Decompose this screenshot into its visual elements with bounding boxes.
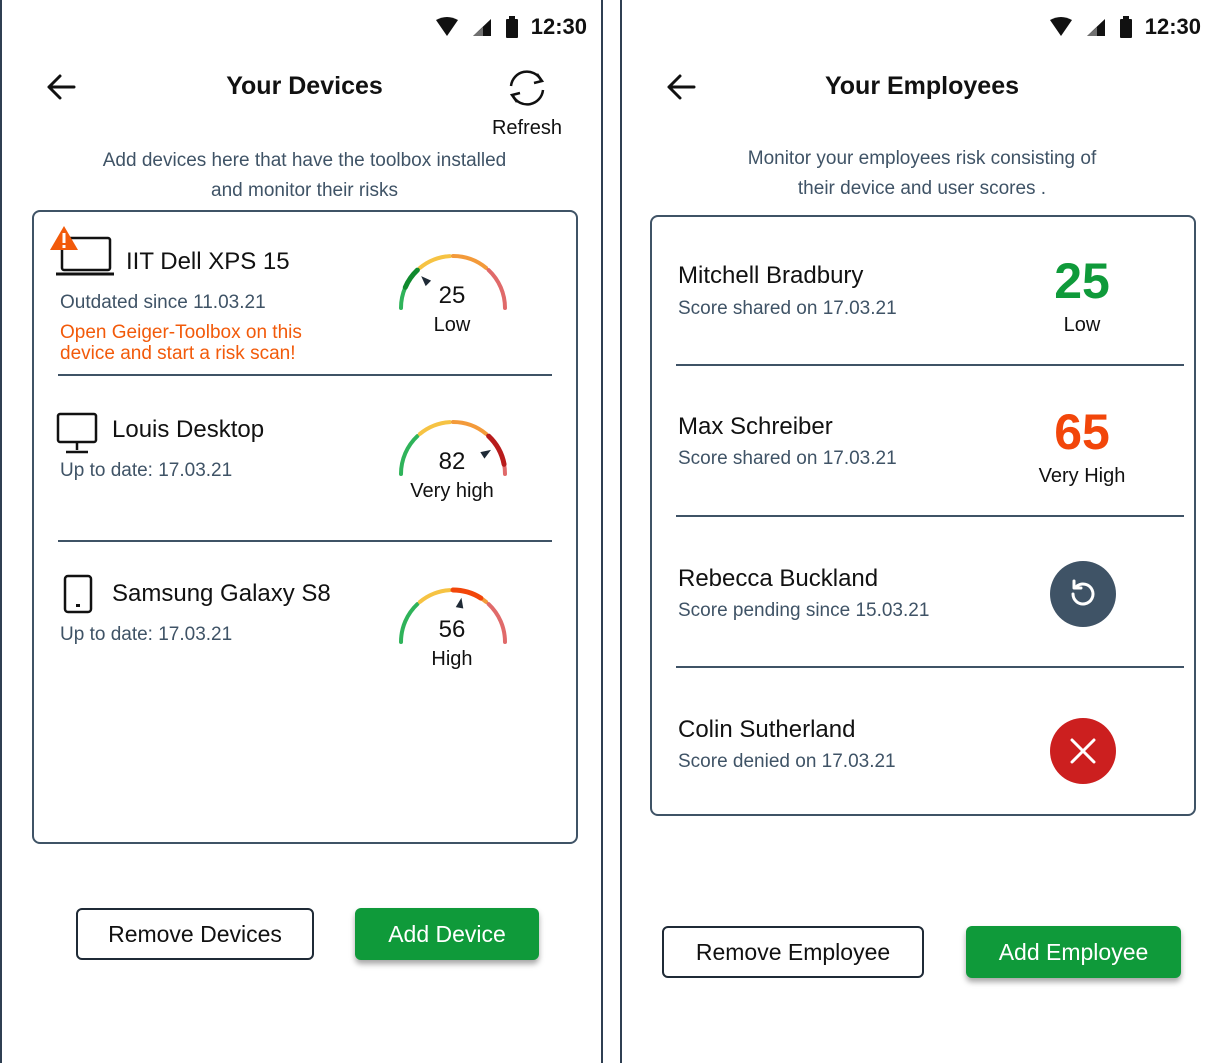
signal-icon xyxy=(1086,19,1105,36)
page-description: Add devices here that have the toolbox i… xyxy=(32,146,577,206)
employee-status: Score shared on 17.03.21 xyxy=(678,298,897,319)
gauge-score: 25 xyxy=(438,282,466,309)
device-name: Samsung Galaxy S8 xyxy=(112,580,331,607)
wifi-icon xyxy=(1049,17,1072,36)
gauge-level: Very high xyxy=(410,480,494,502)
list-divider xyxy=(676,666,1184,668)
gauge-level: Low xyxy=(433,314,471,336)
warning-line-1: Open Geiger-Toolbox on this xyxy=(60,322,302,343)
desktop-icon xyxy=(56,412,98,454)
device-warning: Open Geiger-Toolbox on this device and s… xyxy=(60,322,302,364)
device-status: Up to date: 17.03.21 xyxy=(60,460,233,481)
description-line-2: their device and user scores . xyxy=(797,178,1047,199)
back-arrow-icon[interactable] xyxy=(44,70,78,104)
description-line-1: Add devices here that have the toolbox i… xyxy=(102,150,507,171)
employee-status: Score shared on 17.03.21 xyxy=(678,448,897,469)
risk-gauge: 25 Low xyxy=(397,246,517,346)
list-divider xyxy=(58,540,552,542)
device-name: Louis Desktop xyxy=(112,416,265,443)
gauge-segment xyxy=(417,420,452,436)
gauge-score: 82 xyxy=(438,448,466,475)
employee-status: Score denied on 17.03.21 xyxy=(678,751,896,772)
denied-x-glyph xyxy=(1070,738,1096,764)
gauge-score: 56 xyxy=(438,616,466,643)
gauge-segment xyxy=(417,254,452,270)
refresh-label: Refresh xyxy=(491,117,563,139)
back-arrow-icon[interactable] xyxy=(664,70,698,104)
risk-gauge: 82 Very high xyxy=(397,412,517,512)
employees-screen: 12:30 Your Employees Monitor your employ… xyxy=(620,0,1215,1063)
status-time: 12:30 xyxy=(530,14,587,39)
employee-name: Colin Sutherland xyxy=(678,716,856,743)
device-status: Up to date: 17.03.21 xyxy=(60,624,233,645)
refresh-icon xyxy=(509,70,545,106)
list-divider xyxy=(58,374,552,376)
list-divider xyxy=(676,515,1184,517)
employee-name: Mitchell Bradbury xyxy=(678,262,864,289)
status-bar: 12:30 xyxy=(1049,12,1201,42)
remove-devices-button[interactable]: Remove Devices xyxy=(76,908,314,960)
employee-risk-level: Very High xyxy=(1038,465,1126,487)
employee-name: Max Schreiber xyxy=(678,413,833,440)
gauge-level: High xyxy=(431,648,473,670)
employee-score: 25 xyxy=(1054,253,1110,309)
status-bar: 12:30 xyxy=(435,12,587,42)
remove-employee-button[interactable]: Remove Employee xyxy=(662,926,924,978)
gauge-segment xyxy=(451,254,489,270)
battery-icon xyxy=(1119,16,1132,38)
pending-refresh-glyph xyxy=(1071,579,1095,606)
devices-screen: 12:30 Your Devices Refresh Add devices h… xyxy=(0,0,603,1063)
page-title: Your Employees xyxy=(824,72,1020,100)
warning-line-2: device and start a risk scan! xyxy=(60,343,296,364)
refresh-button[interactable]: Refresh xyxy=(487,66,567,140)
denied-x-icon[interactable] xyxy=(1050,718,1116,784)
pending-refresh-icon[interactable] xyxy=(1050,561,1116,627)
employee-score: 65 xyxy=(1054,404,1110,460)
list-divider xyxy=(676,364,1184,366)
page-description: Monitor your employees risk consisting o… xyxy=(642,144,1202,204)
risk-gauge: 56 High xyxy=(397,580,517,680)
laptop-warning-icon xyxy=(50,226,114,276)
device-status: Outdated since 11.03.21 xyxy=(60,292,266,313)
description-line-2: and monitor their risks xyxy=(211,180,398,201)
employee-risk-level: Low xyxy=(1063,314,1101,336)
battery-icon xyxy=(505,16,518,38)
gauge-pointer xyxy=(455,597,464,609)
smartphone-icon xyxy=(63,574,93,614)
signal-icon xyxy=(472,19,491,36)
employee-status: Score pending since 15.03.21 xyxy=(678,600,930,621)
add-employee-button[interactable]: Add Employee xyxy=(966,926,1181,978)
page-title: Your Devices xyxy=(226,72,383,100)
description-line-1: Monitor your employees risk consisting o… xyxy=(747,148,1097,169)
status-time: 12:30 xyxy=(1144,14,1201,39)
employee-name: Rebecca Buckland xyxy=(678,565,879,592)
device-name: IIT Dell XPS 15 xyxy=(126,248,290,275)
gauge-segment xyxy=(417,588,452,604)
add-device-button[interactable]: Add Device xyxy=(355,908,539,960)
gauge-segment xyxy=(451,420,489,436)
wifi-icon xyxy=(435,17,458,36)
gauge-active-segment xyxy=(450,587,484,601)
